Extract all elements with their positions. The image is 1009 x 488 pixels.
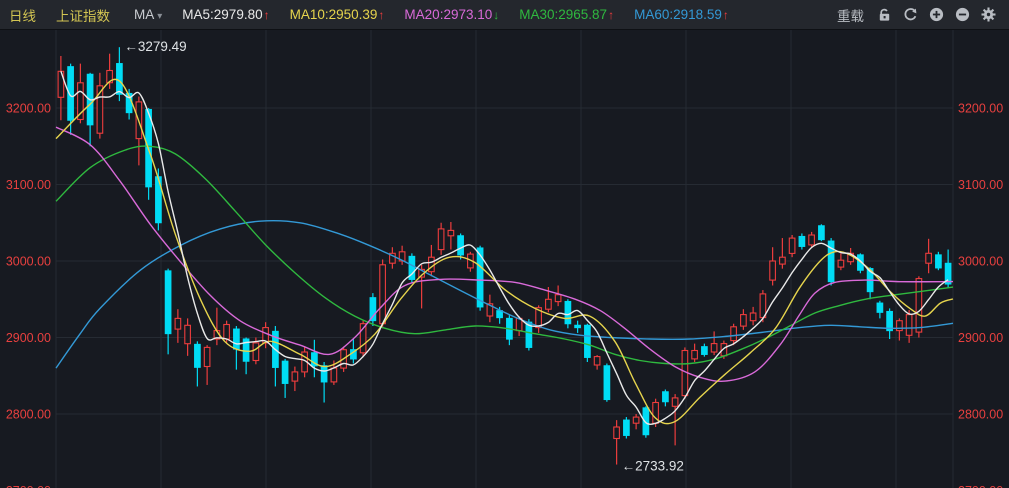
settings-icon[interactable] xyxy=(980,6,997,23)
ma20-indicator: MA20:2973.10↓ xyxy=(404,7,499,22)
svg-text:2800.00: 2800.00 xyxy=(958,408,1003,422)
ma30-indicator: MA30:2965.87↑ xyxy=(519,7,614,22)
ma-dropdown-label: MA xyxy=(134,7,154,22)
ma10-indicator: MA10:2950.39↑ xyxy=(290,7,385,22)
chart-toolbar: 日线 上证指数 MA▾ MA5:2979.80↑ MA10:2950.39↑ M… xyxy=(0,0,1009,30)
unlock-icon[interactable] xyxy=(876,6,893,23)
svg-text:←2733.92: ←2733.92 xyxy=(622,459,684,474)
ma20-value: MA20:2973.10 xyxy=(404,7,492,22)
tab-period-daily[interactable]: 日线 xyxy=(9,5,36,25)
svg-text:3100.00: 3100.00 xyxy=(6,178,51,192)
up-arrow-icon: ↑ xyxy=(723,8,729,22)
svg-text:2700.00: 2700.00 xyxy=(6,484,51,488)
ma5-value: MA5:2979.80 xyxy=(182,7,262,22)
chevron-down-icon: ▾ xyxy=(157,11,162,22)
ma60-indicator: MA60:2918.59↑ xyxy=(634,7,729,22)
zoom-out-icon[interactable] xyxy=(954,6,971,23)
ma10-value: MA10:2950.39 xyxy=(290,7,378,22)
ma30-value: MA30:2965.87 xyxy=(519,7,607,22)
ma5-indicator: MA5:2979.80↑ xyxy=(182,7,269,22)
up-arrow-icon: ↑ xyxy=(378,8,384,22)
svg-text:3200.00: 3200.00 xyxy=(6,102,51,116)
refresh-icon[interactable] xyxy=(902,6,919,23)
ma60-value: MA60:2918.59 xyxy=(634,7,722,22)
svg-text:←3279.49: ←3279.49 xyxy=(124,39,186,54)
svg-text:2800.00: 2800.00 xyxy=(6,408,51,422)
chart-window: ←3279.49 ←2733.92 3200.00 3200.00 3100.00 310… xyxy=(0,0,1009,488)
symbol-name[interactable]: 上证指数 xyxy=(56,5,110,25)
svg-text:3000.00: 3000.00 xyxy=(6,255,51,269)
candlestick-chart[interactable]: ←3279.49 ←2733.92 3200.00 3200.00 3100.00 310… xyxy=(0,0,1009,488)
svg-text:3100.00: 3100.00 xyxy=(958,178,1003,192)
down-arrow-icon: ↓ xyxy=(493,8,499,22)
svg-text:2900.00: 2900.00 xyxy=(958,331,1003,345)
reload-button[interactable]: 重载 xyxy=(837,5,864,25)
svg-text:2700.00: 2700.00 xyxy=(958,484,1003,488)
svg-text:3000.00: 3000.00 xyxy=(958,255,1003,269)
zoom-in-icon[interactable] xyxy=(928,6,945,23)
svg-text:2900.00: 2900.00 xyxy=(6,331,51,345)
ma-dropdown[interactable]: MA▾ xyxy=(134,7,162,22)
up-arrow-icon: ↑ xyxy=(608,8,614,22)
up-arrow-icon: ↑ xyxy=(264,8,270,22)
svg-text:3200.00: 3200.00 xyxy=(958,102,1003,116)
